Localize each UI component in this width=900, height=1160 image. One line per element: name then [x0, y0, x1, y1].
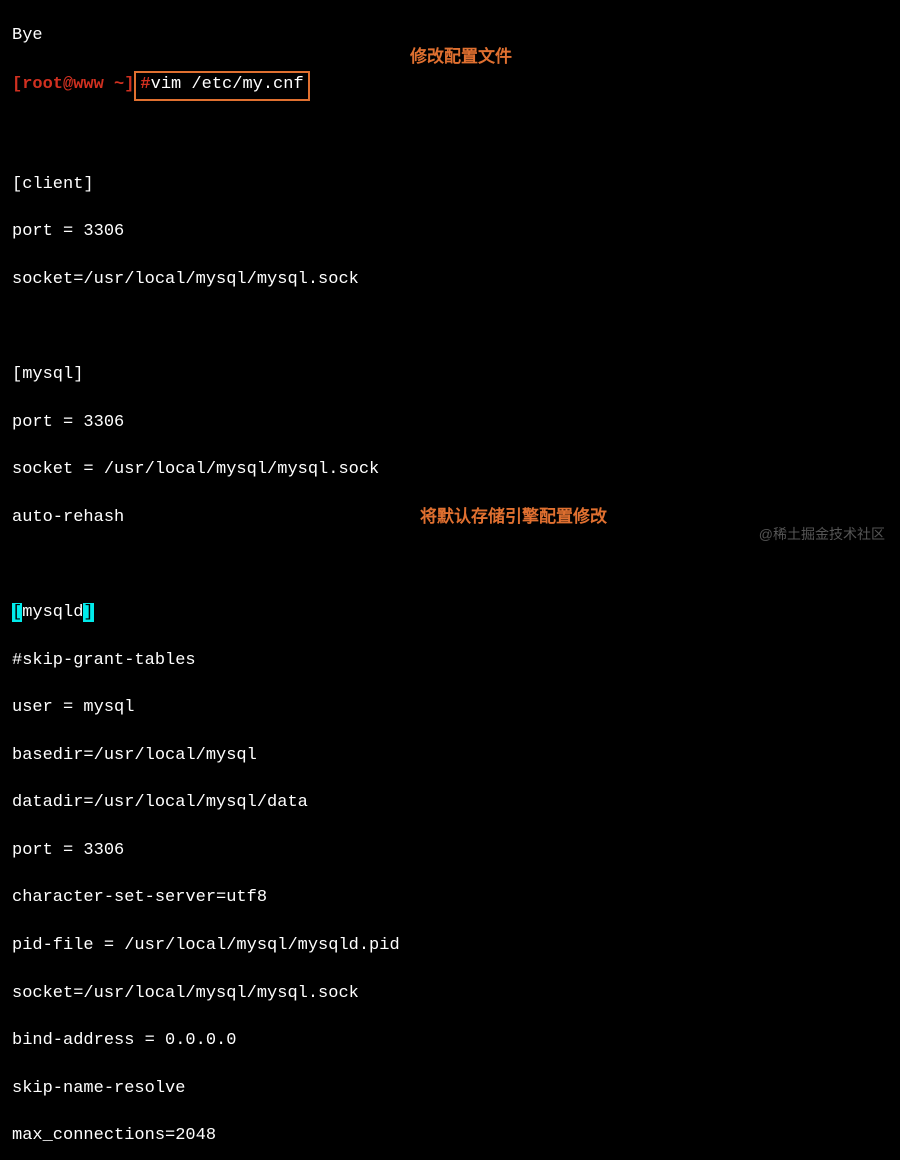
- cfg-mysqld-port: port = 3306: [12, 839, 888, 863]
- cfg-pidfile: pid-file = /usr/local/mysql/mysqld.pid: [12, 934, 888, 958]
- cfg-client-header: [client]: [12, 173, 888, 197]
- cfg-mysql-header: [mysql]: [12, 363, 888, 387]
- cfg-user: user = mysql: [12, 696, 888, 720]
- cfg-mysqld-header: [mysqld]: [12, 601, 888, 625]
- line-prompt: [root@www ~]#vim /etc/my.cnf: [12, 71, 888, 101]
- cfg-basedir: basedir=/usr/local/mysql: [12, 744, 888, 768]
- cfg-datadir: datadir=/usr/local/mysql/data: [12, 791, 888, 815]
- cfg-bind: bind-address = 0.0.0.0: [12, 1029, 888, 1053]
- bracket-highlight: ]: [83, 603, 93, 622]
- cfg-mysql-port: port = 3306: [12, 411, 888, 435]
- prompt-hash: #: [140, 75, 150, 94]
- cfg-client-socket: socket=/usr/local/mysql/mysql.sock: [12, 268, 888, 292]
- cfg-client-port: port = 3306: [12, 220, 888, 244]
- annotation-engine: 将默认存储引擎配置修改: [420, 505, 607, 529]
- cfg-charset: character-set-server=utf8: [12, 886, 888, 910]
- cfg-mysql-socket: socket = /usr/local/mysql/mysql.sock: [12, 458, 888, 482]
- cfg-max-conn: max_connections=2048: [12, 1124, 888, 1148]
- command-text: vim /etc/my.cnf: [151, 75, 304, 94]
- command-box: #vim /etc/my.cnf: [134, 71, 309, 101]
- cfg-skip-grant: #skip-grant-tables: [12, 649, 888, 673]
- cfg-skip-name: skip-name-resolve: [12, 1077, 888, 1101]
- annotation-config: 修改配置文件: [410, 45, 512, 69]
- watermark: @稀土掘金技术社区: [759, 525, 885, 545]
- terminal-output[interactable]: Bye [root@www ~]#vim /etc/my.cnf [client…: [0, 0, 900, 1160]
- cursor-highlight: [: [12, 603, 22, 622]
- cfg-mysqld-socket: socket=/usr/local/mysql/mysql.sock: [12, 982, 888, 1006]
- prompt-user: [root@www ~]: [12, 75, 134, 94]
